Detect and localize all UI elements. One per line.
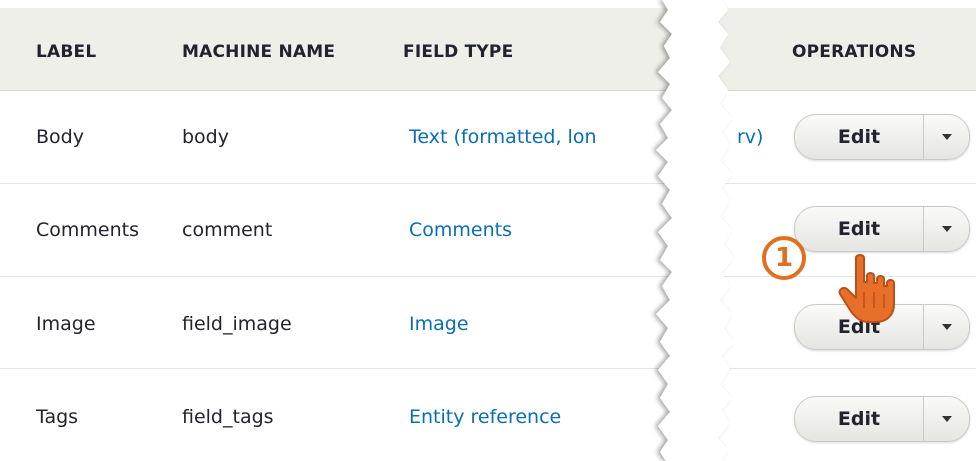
edit-button[interactable]: Edit bbox=[795, 115, 923, 159]
hand-pointer-icon bbox=[838, 254, 895, 323]
caret-down-icon bbox=[941, 134, 952, 140]
dropbutton-toggle[interactable] bbox=[924, 397, 969, 441]
caret-down-icon bbox=[941, 226, 952, 232]
column-header-label[interactable]: LABEL bbox=[36, 42, 96, 62]
column-header-operations: OPERATIONS bbox=[792, 42, 917, 62]
row-label: Tags bbox=[36, 406, 79, 428]
dropbutton-toggle[interactable] bbox=[924, 115, 969, 159]
caret-down-icon bbox=[941, 324, 952, 330]
table-header: LABEL MACHINE NAME FIELD TYPE OPERATIONS bbox=[0, 8, 976, 91]
step-callout-badge: 1 bbox=[762, 236, 806, 280]
operations-dropbutton: Edit bbox=[794, 114, 970, 160]
row-label: Comments bbox=[36, 219, 139, 241]
edit-button[interactable]: Edit bbox=[795, 397, 923, 441]
column-header-machine-name[interactable]: MACHINE NAME bbox=[182, 42, 335, 62]
row-machine-name: body bbox=[182, 126, 229, 148]
operations-dropbutton: Edit bbox=[794, 206, 970, 252]
edit-button[interactable]: Edit bbox=[795, 207, 923, 251]
row-label: Body bbox=[36, 126, 84, 148]
fields-table: LABEL MACHINE NAME FIELD TYPE OPERATIONS… bbox=[0, 0, 976, 461]
torn-edge-divider bbox=[656, 0, 734, 461]
row-divider bbox=[0, 276, 976, 277]
row-divider bbox=[0, 183, 976, 184]
row-field-type-link[interactable]: Image bbox=[409, 313, 469, 335]
row-machine-name: field_image bbox=[182, 313, 292, 335]
column-header-field-type[interactable]: FIELD TYPE bbox=[403, 42, 513, 62]
row-field-type-link[interactable]: Comments bbox=[409, 219, 512, 241]
row-label: Image bbox=[36, 313, 96, 335]
row-field-type-link[interactable]: Entity reference bbox=[409, 406, 561, 428]
dropbutton-toggle[interactable] bbox=[924, 305, 969, 349]
row-divider bbox=[0, 368, 976, 369]
operations-dropbutton: Edit bbox=[794, 396, 970, 442]
caret-down-icon bbox=[941, 416, 952, 422]
dropbutton-toggle[interactable] bbox=[924, 207, 969, 251]
row-field-type-link[interactable]: Text (formatted, lon bbox=[409, 126, 597, 148]
row-machine-name: comment bbox=[182, 219, 273, 241]
row-machine-name: field_tags bbox=[182, 406, 274, 428]
